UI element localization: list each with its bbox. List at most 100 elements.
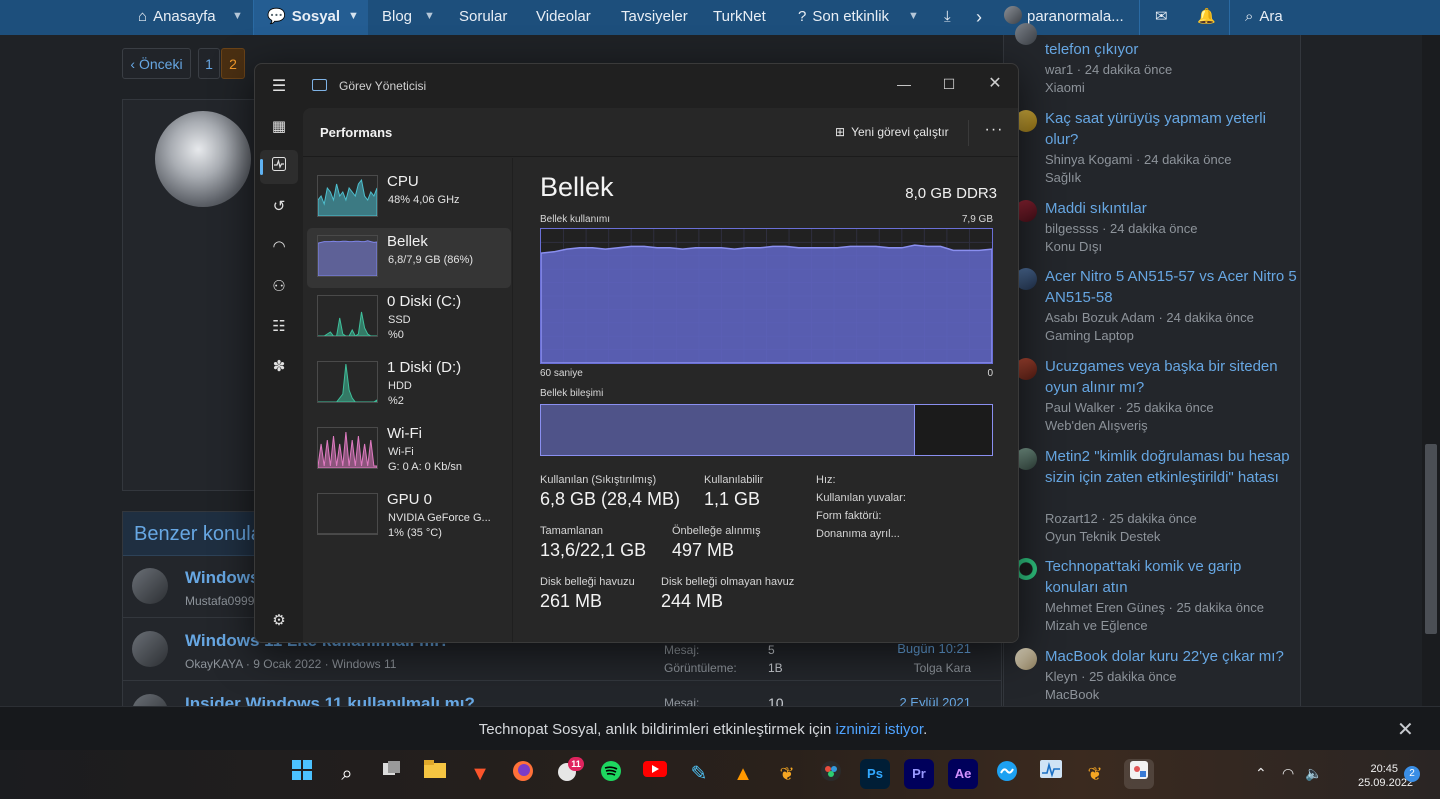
thread-link[interactable]: telefon çıkıyor bbox=[1045, 39, 1297, 60]
explorer-icon[interactable] bbox=[420, 759, 450, 789]
thread-link[interactable]: Metin2 "kimlik doğrulaması bu hesap sizi… bbox=[1045, 446, 1297, 488]
thread-link[interactable]: Ucuzgames veya başka bir siteden oyun al… bbox=[1045, 356, 1297, 398]
device-item-0-diski-c[interactable]: 0 Diski (C:) SSD %0 bbox=[307, 288, 511, 348]
wifi-icon[interactable]: ◠ bbox=[1282, 765, 1294, 782]
nav-home[interactable]: ⌂ Anasayfa bbox=[138, 0, 216, 35]
flstudio-icon[interactable]: ❦ bbox=[772, 759, 802, 789]
pen-icon[interactable]: ✎ bbox=[684, 759, 714, 789]
thread-link[interactable]: Technopat'taki komik ve garip konuları a… bbox=[1045, 556, 1297, 598]
spotify-icon[interactable] bbox=[596, 759, 626, 789]
settings-gear-icon[interactable]: ⚙ bbox=[260, 604, 298, 638]
thread-title[interactable]: Windows bbox=[185, 568, 259, 588]
nav-questions[interactable]: Sorular bbox=[459, 0, 507, 35]
chevron-down-icon[interactable]: ▼ bbox=[348, 0, 359, 35]
aftereffects-icon[interactable]: Ae bbox=[948, 759, 978, 789]
chevron-down-icon[interactable]: ▼ bbox=[908, 0, 919, 35]
title-bar[interactable]: Görev Yöneticisi — ☐ ✕ bbox=[255, 64, 1018, 108]
nav-turknet[interactable]: TurkNet bbox=[713, 0, 766, 35]
avatar bbox=[132, 568, 168, 604]
permission-link[interactable]: izninizi istiyor bbox=[836, 721, 924, 738]
run-new-task-button[interactable]: ⊞ Yeni görevi çalıştır bbox=[827, 118, 957, 146]
app-history-icon[interactable]: ↺ bbox=[260, 190, 298, 224]
thread-link[interactable]: Kaç saat yürüyüş yapmam yeterli olur? bbox=[1045, 108, 1297, 150]
photoshop-icon[interactable]: Ps bbox=[860, 759, 890, 789]
last-post-user[interactable]: Tolga Kara bbox=[914, 661, 971, 675]
chat-icon[interactable]: 11 bbox=[552, 757, 584, 789]
nav-videos[interactable]: Videolar bbox=[536, 0, 591, 35]
thread-link[interactable]: Maddi sıkıntılar bbox=[1045, 198, 1297, 219]
chevron-down-icon[interactable]: ▼ bbox=[424, 0, 435, 35]
search-button[interactable]: ⌕ Ara bbox=[1245, 0, 1283, 35]
chevron-right-icon[interactable]: › bbox=[976, 0, 982, 35]
details-icon[interactable]: ☷ bbox=[260, 310, 298, 344]
close-icon[interactable]: ✕ bbox=[1397, 717, 1414, 742]
services-icon[interactable]: ✽ bbox=[260, 350, 298, 384]
device-stat: NVIDIA GeForce G... bbox=[388, 512, 491, 524]
nav-blog[interactable]: Blog bbox=[382, 0, 412, 35]
search-icon: ⌕ bbox=[1245, 8, 1254, 25]
thread-category[interactable]: Oyun Teknik Destek bbox=[1045, 529, 1160, 544]
scrollbar-thumb[interactable] bbox=[1425, 444, 1437, 634]
davinci-icon[interactable] bbox=[816, 759, 846, 789]
bell-icon[interactable]: 🔔 bbox=[1197, 0, 1216, 35]
available-label: Kullanılabilir bbox=[704, 474, 764, 486]
maximize-icon[interactable]: ☐ bbox=[927, 70, 971, 100]
volume-icon[interactable]: 🔈 bbox=[1305, 765, 1322, 782]
last-post-date[interactable]: Bugün 10:21 bbox=[897, 641, 971, 656]
thread-category[interactable]: MacBook bbox=[1045, 687, 1099, 702]
performance-icon[interactable] bbox=[260, 150, 298, 184]
download-icon[interactable]: ⤓ bbox=[944, 0, 951, 35]
thread-category[interactable]: Xiaomi bbox=[1045, 80, 1085, 95]
thread-category[interactable]: Gaming Laptop bbox=[1045, 328, 1134, 343]
thread-link[interactable]: MacBook dolar kuru 22'ye çıkar mı? bbox=[1045, 646, 1297, 667]
thread-category[interactable]: Web'den Alışveriş bbox=[1045, 418, 1148, 433]
startup-apps-icon[interactable]: ◠ bbox=[260, 230, 298, 264]
chevron-up-icon[interactable]: ⌃ bbox=[1255, 765, 1267, 782]
taskmanager-icon[interactable] bbox=[1036, 759, 1066, 789]
vlc-icon[interactable]: ▲ bbox=[728, 759, 758, 789]
inbox-icon[interactable]: ✉ bbox=[1155, 0, 1168, 35]
users-icon[interactable]: ⚇ bbox=[260, 270, 298, 304]
nav-recommendations[interactable]: Tavsiyeler bbox=[621, 0, 688, 35]
notification-count-badge[interactable]: 2 bbox=[1404, 766, 1420, 782]
replies-label: Mesaj: bbox=[664, 643, 700, 657]
page-1-button[interactable]: 1 bbox=[198, 48, 220, 79]
youtube-icon[interactable] bbox=[640, 759, 670, 789]
start-icon[interactable] bbox=[287, 759, 317, 789]
thread-category[interactable]: Sağlık bbox=[1045, 170, 1081, 185]
flstudio2-icon[interactable]: ❦ bbox=[1080, 759, 1110, 789]
thread-meta: Rozart12 · 25 dakika önce bbox=[1045, 511, 1197, 526]
prev-page-button[interactable]: ‹ Önceki bbox=[122, 48, 191, 79]
thread-meta: Shinya Kogami · 24 dakika önce bbox=[1045, 152, 1232, 167]
nav-recent-activity[interactable]: ? Son etkinlik bbox=[798, 0, 889, 35]
search-icon[interactable]: ⌕ bbox=[332, 759, 362, 789]
more-options-icon[interactable]: ··· bbox=[979, 118, 1009, 146]
system-clock[interactable]: 20:45 25.09.2022 bbox=[1358, 762, 1413, 790]
minimize-icon[interactable]: — bbox=[882, 70, 926, 100]
device-item-1-diski-d[interactable]: 1 Diski (D:) HDD %2 bbox=[307, 354, 511, 414]
thread-meta: Kleyn · 25 dakika önce bbox=[1045, 669, 1177, 684]
thread-category[interactable]: Mizah ve Eğlence bbox=[1045, 618, 1148, 633]
network-icon[interactable] bbox=[992, 759, 1022, 789]
device-item-bellek[interactable]: Bellek 6,8/7,9 GB (86%) bbox=[307, 228, 511, 288]
resource-heading: Bellek bbox=[540, 172, 614, 202]
snip-icon[interactable] bbox=[1124, 759, 1154, 789]
page-2-button[interactable]: 2 bbox=[221, 48, 245, 79]
firefox-icon[interactable] bbox=[508, 759, 538, 789]
brave-icon[interactable]: ▼ bbox=[465, 759, 495, 789]
non-paged-pool-label: Disk belleği olmayan havuz bbox=[661, 576, 795, 588]
device-item-gpu-0[interactable]: GPU 0 NVIDIA GeForce G... 1% (35 °C) bbox=[307, 486, 511, 546]
close-icon[interactable]: ✕ bbox=[973, 70, 1017, 100]
processes-icon[interactable]: ▦ bbox=[260, 110, 298, 144]
thread-category[interactable]: Konu Dışı bbox=[1045, 239, 1102, 254]
device-name: CPU bbox=[387, 173, 419, 190]
premiere-icon[interactable]: Pr bbox=[904, 759, 934, 789]
device-stat: Wi-Fi bbox=[388, 446, 414, 458]
chevron-down-icon[interactable]: ▼ bbox=[232, 0, 243, 35]
device-item-wi-fi[interactable]: Wi-Fi Wi-Fi G: 0 A: 0 Kb/sn bbox=[307, 420, 511, 480]
taskview-icon[interactable] bbox=[377, 759, 407, 789]
avatar[interactable] bbox=[155, 111, 251, 207]
thread-link[interactable]: Acer Nitro 5 AN515-57 vs Acer Nitro 5 AN… bbox=[1045, 266, 1297, 308]
cached-label: Önbelleğe alınmış bbox=[672, 525, 761, 537]
device-item-cpu[interactable]: CPU 48% 4,06 GHz bbox=[307, 168, 511, 228]
